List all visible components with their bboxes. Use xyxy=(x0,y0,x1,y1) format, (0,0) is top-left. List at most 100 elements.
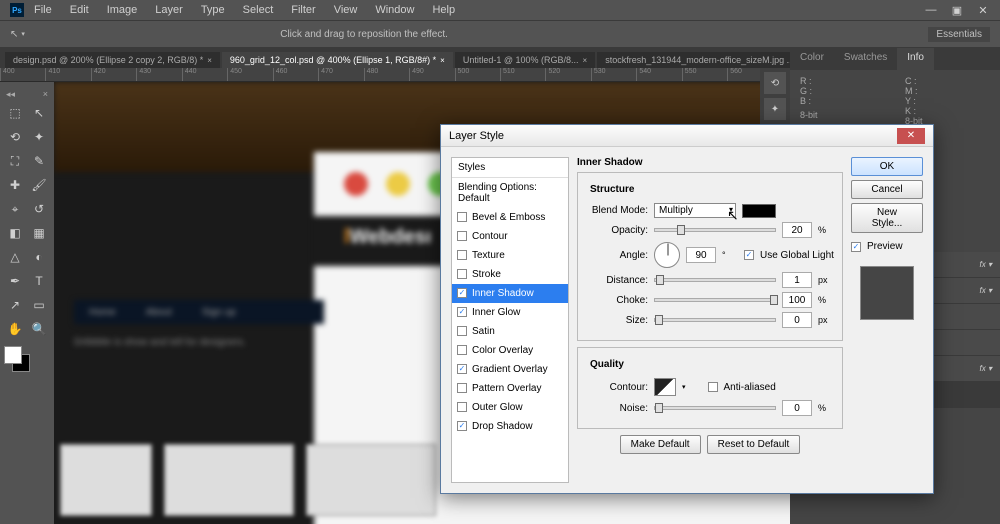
style-checkbox[interactable] xyxy=(457,326,467,336)
collapse-icon[interactable]: ◂◂ xyxy=(6,89,15,100)
fx-icon[interactable]: fx ▾ xyxy=(980,260,992,269)
choke-field[interactable] xyxy=(782,292,812,308)
style-checkbox[interactable] xyxy=(457,345,467,355)
menu-file[interactable]: File xyxy=(34,4,52,16)
choke-slider[interactable] xyxy=(654,298,776,302)
global-light-checkbox[interactable]: ✓ xyxy=(744,250,754,260)
foreground-color-swatch[interactable] xyxy=(4,346,22,364)
new-style-button[interactable]: New Style... xyxy=(851,203,923,233)
close-icon[interactable]: × xyxy=(43,89,48,99)
tab-untitled[interactable]: Untitled-1 @ 100% (RGB/8...× xyxy=(455,52,595,68)
menu-type[interactable]: Type xyxy=(201,4,225,16)
lasso-tool-icon[interactable]: ⟲ xyxy=(4,126,26,148)
blend-mode-select[interactable]: Multiply xyxy=(654,203,736,218)
cancel-button[interactable]: Cancel xyxy=(851,180,923,199)
panel-tab-swatches[interactable]: Swatches xyxy=(834,48,897,70)
gradient-tool-icon[interactable]: ▦ xyxy=(28,222,50,244)
style-checkbox[interactable]: ✓ xyxy=(457,288,467,298)
move-tool-icon[interactable]: ↖ xyxy=(28,102,50,124)
style-item-color-overlay[interactable]: Color Overlay xyxy=(452,341,568,360)
style-checkbox[interactable] xyxy=(457,212,467,222)
style-item-inner-shadow[interactable]: ✓Inner Shadow xyxy=(452,284,568,303)
menu-edit[interactable]: Edit xyxy=(70,4,89,16)
crop-tool-icon[interactable]: ⛶ xyxy=(4,150,26,172)
style-checkbox[interactable] xyxy=(457,250,467,260)
style-item-blending-options-default[interactable]: Blending Options: Default xyxy=(452,178,568,208)
menu-image[interactable]: Image xyxy=(107,4,138,16)
panel-tab-color[interactable]: Color xyxy=(790,48,834,70)
hand-tool-icon[interactable]: ✋ xyxy=(4,318,26,340)
close-icon[interactable]: ✕ xyxy=(976,3,990,17)
reset-default-button[interactable]: Reset to Default xyxy=(707,435,801,454)
noise-slider[interactable] xyxy=(654,406,776,410)
style-checkbox[interactable] xyxy=(457,402,467,412)
shadow-color-swatch[interactable] xyxy=(742,204,776,218)
style-item-bevel-emboss[interactable]: Bevel & Emboss xyxy=(452,208,568,227)
maximize-icon[interactable]: ▣ xyxy=(950,3,964,17)
style-checkbox[interactable]: ✓ xyxy=(457,307,467,317)
style-item-satin[interactable]: Satin xyxy=(452,322,568,341)
path-tool-icon[interactable]: ↗ xyxy=(4,294,26,316)
minimize-icon[interactable]: — xyxy=(924,3,938,17)
style-item-texture[interactable]: Texture xyxy=(452,246,568,265)
stamp-tool-icon[interactable]: ⌖ xyxy=(4,198,26,220)
tab-grid[interactable]: 960_grid_12_col.psd @ 400% (Ellipse 1, R… xyxy=(222,52,453,68)
fx-icon[interactable]: fx ▾ xyxy=(980,364,992,373)
zoom-tool-icon[interactable]: 🔍 xyxy=(28,318,50,340)
noise-field[interactable] xyxy=(782,400,812,416)
tab-stockfresh[interactable]: stockfresh_131944_modern-office_sizeM.jp… xyxy=(597,52,811,68)
brushes-panel-icon[interactable]: ✦ xyxy=(764,98,786,120)
brush-tool-icon[interactable]: 🖌 xyxy=(28,174,50,196)
menu-select[interactable]: Select xyxy=(243,4,274,16)
opacity-slider[interactable] xyxy=(654,228,776,232)
eraser-tool-icon[interactable]: ◧ xyxy=(4,222,26,244)
menu-layer[interactable]: Layer xyxy=(155,4,183,16)
tab-design[interactable]: design.psd @ 200% (Ellipse 2 copy 2, RGB… xyxy=(5,52,220,68)
workspace-selector[interactable]: Essentials xyxy=(928,27,990,42)
preview-checkbox[interactable]: ✓ xyxy=(851,242,861,252)
size-slider[interactable] xyxy=(654,318,776,322)
history-panel-icon[interactable]: ⟲ xyxy=(764,72,786,94)
history-brush-icon[interactable]: ↺ xyxy=(28,198,50,220)
color-swatches[interactable] xyxy=(4,346,50,376)
close-icon[interactable]: × xyxy=(583,56,588,65)
style-item-pattern-overlay[interactable]: Pattern Overlay xyxy=(452,379,568,398)
dialog-close-button[interactable]: ✕ xyxy=(897,128,925,144)
menu-window[interactable]: Window xyxy=(375,4,414,16)
size-field[interactable] xyxy=(782,312,812,328)
opacity-field[interactable] xyxy=(782,222,812,238)
style-checkbox[interactable] xyxy=(457,383,467,393)
heal-tool-icon[interactable]: ✚ xyxy=(4,174,26,196)
menu-filter[interactable]: Filter xyxy=(291,4,315,16)
menu-help[interactable]: Help xyxy=(432,4,455,16)
make-default-button[interactable]: Make Default xyxy=(620,435,701,454)
dialog-titlebar[interactable]: Layer Style ✕ xyxy=(441,125,933,147)
wand-tool-icon[interactable]: ✦ xyxy=(28,126,50,148)
type-tool-icon[interactable]: T xyxy=(28,270,50,292)
shape-tool-icon[interactable]: ▭ xyxy=(28,294,50,316)
style-item-gradient-overlay[interactable]: ✓Gradient Overlay xyxy=(452,360,568,379)
pen-tool-icon[interactable]: ✒ xyxy=(4,270,26,292)
contour-picker[interactable] xyxy=(654,378,676,396)
close-icon[interactable]: × xyxy=(207,56,212,65)
close-icon[interactable]: × xyxy=(440,56,445,65)
style-checkbox[interactable]: ✓ xyxy=(457,364,467,374)
distance-field[interactable] xyxy=(782,272,812,288)
style-checkbox[interactable] xyxy=(457,269,467,279)
style-item-stroke[interactable]: Stroke xyxy=(452,265,568,284)
move-tool-icon[interactable]: ↖▾ xyxy=(10,29,40,40)
style-item-outer-glow[interactable]: Outer Glow xyxy=(452,398,568,417)
eyedropper-tool-icon[interactable]: ✎ xyxy=(28,150,50,172)
dodge-tool-icon[interactable]: ◐ xyxy=(28,246,50,268)
fx-icon[interactable]: fx ▾ xyxy=(980,286,992,295)
ok-button[interactable]: OK xyxy=(851,157,923,176)
panel-tab-info[interactable]: Info xyxy=(897,48,934,70)
menu-view[interactable]: View xyxy=(334,4,358,16)
style-checkbox[interactable]: ✓ xyxy=(457,421,467,431)
style-item-inner-glow[interactable]: ✓Inner Glow xyxy=(452,303,568,322)
anti-aliased-checkbox[interactable] xyxy=(708,382,718,392)
style-item-drop-shadow[interactable]: ✓Drop Shadow xyxy=(452,417,568,436)
angle-field[interactable] xyxy=(686,247,716,263)
marquee-tool-icon[interactable]: ⬚ xyxy=(4,102,26,124)
style-checkbox[interactable] xyxy=(457,231,467,241)
